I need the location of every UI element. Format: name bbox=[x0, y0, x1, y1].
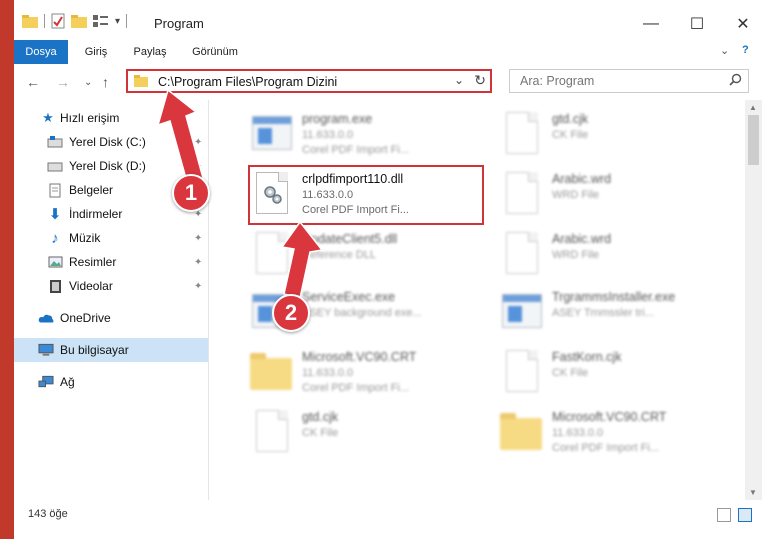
callout-2: 2 bbox=[272, 294, 310, 332]
annotation-arrows bbox=[156, 88, 324, 299]
callout-1: 1 bbox=[172, 174, 210, 212]
arrow-1 bbox=[156, 88, 204, 183]
arrow-2 bbox=[280, 220, 324, 299]
